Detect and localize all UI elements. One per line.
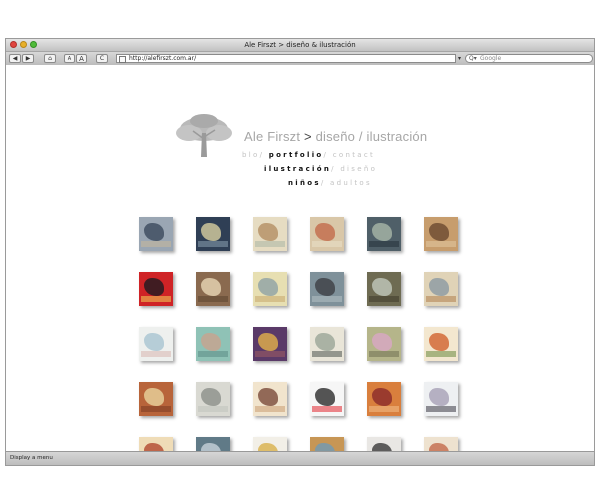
ilustracion-subnav: niños/ adultos <box>288 179 372 187</box>
illustration-thumbnail[interactable] <box>424 217 458 251</box>
nav-blog-link[interactable]: blo <box>242 151 260 159</box>
illustration-thumbnail[interactable] <box>424 327 458 361</box>
illustration-thumbnail[interactable] <box>424 272 458 306</box>
illustration-thumbnail[interactable] <box>367 382 401 416</box>
illustration-thumbnail[interactable] <box>139 327 173 361</box>
illustration-thumbnail[interactable] <box>367 272 401 306</box>
illustration-thumbnail[interactable] <box>196 217 230 251</box>
nav-contact-link[interactable]: contact <box>333 151 375 159</box>
subnav-diseno-link[interactable]: diseño <box>340 165 377 173</box>
forward-button[interactable]: ▶ <box>22 54 34 63</box>
illustration-thumbnail[interactable] <box>196 327 230 361</box>
portfolio-subnav: ilustración/ diseño <box>264 165 377 173</box>
reload-button[interactable]: C <box>96 54 108 63</box>
site-title-name: Ale Firszt <box>244 129 304 144</box>
site-header: Ale Firszt > diseño / ilustración blo/ p… <box>6 65 594 187</box>
search-icon: Q▾ <box>469 55 477 62</box>
toolbar: ◀ ▶ ⌂ A A C http://alefirszt.com.ar/ ▾ Q… <box>6 52 594 66</box>
illustration-thumbnail[interactable] <box>253 217 287 251</box>
illustration-thumbnail[interactable] <box>196 272 230 306</box>
text-bigger-button[interactable]: A <box>76 54 87 63</box>
search-field[interactable]: Q▾ Google <box>465 54 593 63</box>
status-text: Display a menu <box>10 455 53 461</box>
illustration-thumbnail[interactable] <box>310 217 344 251</box>
site-title: Ale Firszt > diseño / ilustración <box>244 129 427 144</box>
main-nav: blo/ portfolio/ contact <box>242 151 375 159</box>
illustration-thumbnail[interactable] <box>367 217 401 251</box>
illustration-thumbnail[interactable] <box>139 382 173 416</box>
search-placeholder: Google <box>480 55 502 62</box>
illustration-thumbnail[interactable] <box>253 272 287 306</box>
illustration-thumbnail[interactable] <box>196 382 230 416</box>
tree-logo-icon <box>176 114 232 157</box>
subnav-adultos-link[interactable]: adultos <box>330 179 372 187</box>
site-title-subtitle: diseño / ilustración <box>311 129 428 144</box>
url-text: http://alefirszt.com.ar/ <box>129 55 197 62</box>
illustration-thumbnail[interactable] <box>310 272 344 306</box>
subnav-ilustracion-link[interactable]: ilustración <box>264 165 331 173</box>
nav-separator: / <box>320 179 331 187</box>
nav-separator: / <box>331 165 341 173</box>
window-title: Ale Firszt > diseño & ilustración <box>244 41 356 49</box>
nav-separator: / <box>259 151 269 159</box>
back-button[interactable]: ◀ <box>9 54 21 63</box>
illustration-thumbnail[interactable] <box>367 327 401 361</box>
illustration-thumbnail[interactable] <box>253 327 287 361</box>
address-bar[interactable]: http://alefirszt.com.ar/ <box>116 54 456 63</box>
chevron-down-icon[interactable]: ▾ <box>458 54 461 63</box>
page-content: Ale Firszt > diseño / ilustración blo/ p… <box>6 65 594 465</box>
status-bar: Display a menu <box>6 451 594 465</box>
illustration-thumbnail[interactable] <box>310 327 344 361</box>
illustration-thumbnail[interactable] <box>253 382 287 416</box>
illustration-thumbnail[interactable] <box>139 272 173 306</box>
browser-window: Ale Firszt > diseño & ilustración ◀ ▶ ⌂ … <box>5 38 595 466</box>
illustration-thumbnail[interactable] <box>424 382 458 416</box>
illustration-thumbnail[interactable] <box>310 382 344 416</box>
nav-portfolio-link[interactable]: portfolio <box>269 151 324 159</box>
title-bar: Ale Firszt > diseño & ilustración <box>6 39 594 52</box>
home-button[interactable]: ⌂ <box>44 54 56 63</box>
subnav-ninos-link[interactable]: niños <box>288 179 321 187</box>
site-title-separator: > <box>303 129 312 144</box>
page-icon <box>119 56 126 63</box>
thumbnail-grid <box>139 217 489 465</box>
text-smaller-button[interactable]: A <box>64 54 75 63</box>
nav-separator: / <box>323 151 333 159</box>
illustration-thumbnail[interactable] <box>139 217 173 251</box>
